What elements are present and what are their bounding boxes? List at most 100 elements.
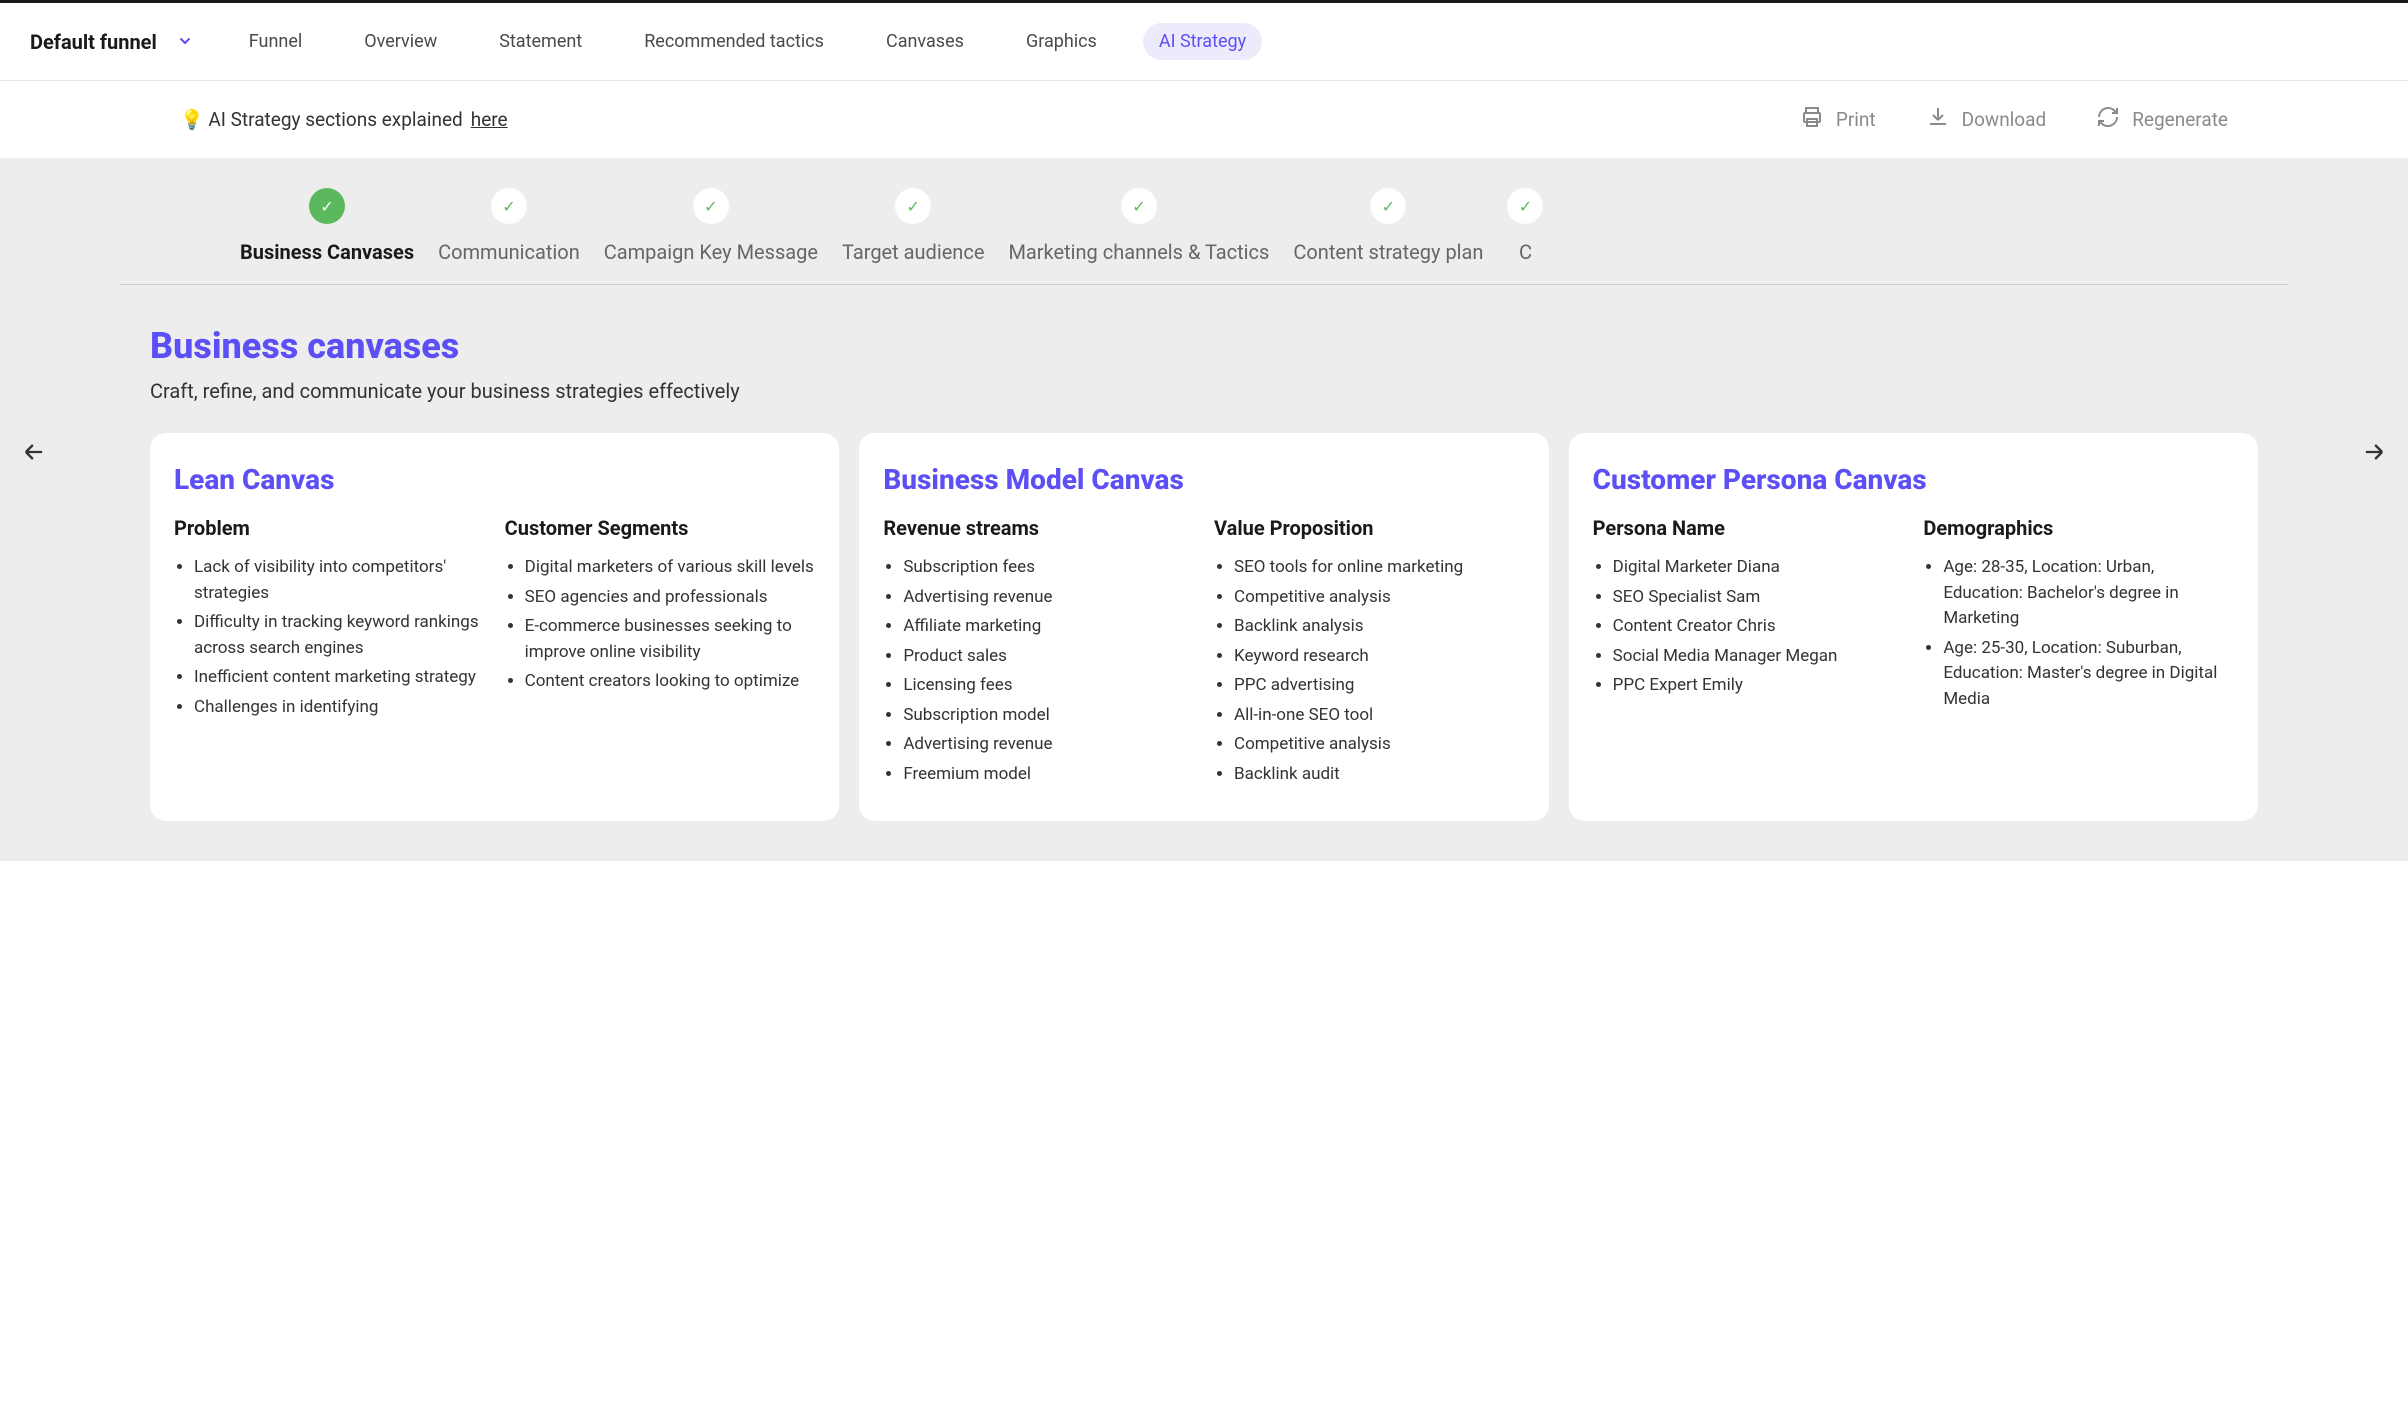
column-list: SEO tools for online marketing Competitiv… [1214, 555, 1525, 787]
list-item: E-commerce businesses seeking to improve… [525, 614, 816, 665]
column-list: Age: 28-35, Location: Urban, Education: … [1923, 555, 2234, 712]
card-columns: Revenue streams Subscription fees Advertis… [883, 516, 1524, 791]
list-item: Subscription fees [903, 555, 1194, 581]
list-item: Difficulty in tracking keyword rankings … [194, 610, 485, 661]
card-title: Business Model Canvas [883, 463, 1524, 496]
next-arrow-button[interactable] [2360, 438, 2388, 469]
progress-tab[interactable]: ✓ Campaign Key Message [604, 188, 818, 264]
list-item: All-in-one SEO tool [1234, 703, 1525, 729]
progress-tab[interactable]: ✓ Business Canvases [240, 188, 414, 264]
section-title: Business canvases [150, 325, 2258, 367]
section-subtitle: Craft, refine, and communicate your busi… [150, 379, 2258, 403]
card-column: Demographics Age: 28-35, Location: Urban,… [1923, 516, 2234, 716]
check-icon: ✓ [491, 188, 527, 224]
list-item: PPC advertising [1234, 673, 1525, 699]
column-heading: Problem [174, 516, 485, 541]
list-item: Challenges in identifying [194, 695, 485, 721]
list-item: Backlink analysis [1234, 614, 1525, 640]
print-icon [1800, 105, 1824, 134]
regenerate-button[interactable]: Regenerate [2096, 105, 2228, 134]
toolbar-actions: Print Download Regenerate [1800, 105, 2228, 134]
check-icon: ✓ [1121, 188, 1157, 224]
list-item: SEO agencies and professionals [525, 585, 816, 611]
list-item: Backlink audit [1234, 762, 1525, 788]
card-columns: Problem Lack of visibility into competito… [174, 516, 815, 724]
progress-tab[interactable]: ✓Marketing channels & Tactics [1008, 188, 1269, 264]
funnel-selector[interactable]: Default funnel [30, 30, 193, 54]
check-icon: ✓ [309, 188, 345, 224]
list-item: Advertising revenue [903, 732, 1194, 758]
card-title: Lean Canvas [174, 463, 815, 496]
download-button[interactable]: Download [1926, 105, 2047, 134]
nav-tab-overview[interactable]: Overview [348, 23, 453, 60]
canvas-card: Customer Persona Canvas Persona NameDigit… [1569, 433, 2258, 821]
print-button[interactable]: Print [1800, 105, 1876, 134]
card-column: Revenue streams Subscription fees Advertis… [883, 516, 1194, 791]
check-icon: ✓ [895, 188, 931, 224]
check-icon: ✓ [1507, 188, 1543, 224]
column-heading: Persona Name [1593, 516, 1904, 541]
column-list: Digital marketers of various skill level… [505, 555, 816, 695]
list-item: Content creators looking to optimize [525, 669, 816, 695]
column-heading: Value Proposition [1214, 516, 1525, 541]
card-column: Problem Lack of visibility into competito… [174, 516, 485, 724]
list-item: Age: 28-35, Location: Urban, Education: … [1943, 555, 2234, 632]
nav-tab-graphics[interactable]: Graphics [1010, 23, 1113, 60]
list-item: Inefficient content marketing strategy [194, 665, 485, 691]
download-icon [1926, 105, 1950, 134]
list-item: Advertising revenue [903, 585, 1194, 611]
main-area: ✓ Business Canvases ✓ Communication ✓ Campaig… [0, 158, 2408, 861]
chevron-down-icon [177, 30, 193, 54]
tip-link[interactable]: here [471, 108, 508, 131]
card-columns: Persona NameDigital Marketer DianaSEO Sp… [1593, 516, 2234, 716]
column-heading: Customer Segments [505, 516, 816, 541]
progress-label: Target audience [842, 240, 984, 264]
progress-tab[interactable]: ✓C [1507, 188, 1543, 264]
list-item: Age: 25-30, Location: Suburban, Educatio… [1943, 636, 2234, 713]
nav-tab-funnel[interactable]: Funnel [233, 23, 318, 60]
card-column: Value Proposition SEO tools for online ma… [1214, 516, 1525, 791]
progress-label: C [1519, 240, 1532, 264]
nav-tab-ai-strategy[interactable]: AI Strategy [1143, 23, 1262, 60]
list-item: Lack of visibility into competitors' str… [194, 555, 485, 606]
canvas-card: Business Model Canvas Revenue streams Subs… [859, 433, 1548, 821]
header: Default funnel Funnel Overview Statement Re… [0, 3, 2408, 81]
column-heading: Demographics [1923, 516, 2234, 541]
list-item: Subscription model [903, 703, 1194, 729]
section-header: Business canvases Craft, refine, and com… [0, 285, 2408, 433]
list-item: SEO Specialist Sam [1613, 585, 1904, 611]
list-item: Licensing fees [903, 673, 1194, 699]
list-item: Digital marketers of various skill level… [525, 555, 816, 581]
check-icon: ✓ [1370, 188, 1406, 224]
list-item: Content Creator Chris [1613, 614, 1904, 640]
column-heading: Revenue streams [883, 516, 1194, 541]
progress-label: Campaign Key Message [604, 240, 818, 264]
column-list: Subscription feesAdvertising revenueAffi… [883, 555, 1194, 787]
tip-text: 💡 AI Strategy sections explained here [180, 108, 508, 131]
nav-tab-statement[interactable]: Statement [483, 23, 598, 60]
card-column: Customer Segments Digital marketers of va… [505, 516, 816, 724]
list-item: Competitive analysis [1234, 732, 1525, 758]
progress-tab[interactable]: ✓ Target audience [842, 188, 984, 264]
progress-tab[interactable]: ✓ Communication [438, 188, 580, 264]
prev-arrow-button[interactable] [20, 438, 48, 469]
nav-tabs: Funnel Overview Statement Recommended tacti… [233, 23, 1262, 60]
card-column: Persona NameDigital Marketer DianaSEO Sp… [1593, 516, 1904, 716]
list-item: Keyword research [1234, 644, 1525, 670]
check-icon: ✓ [693, 188, 729, 224]
progress-label: Business Canvases [240, 240, 414, 264]
column-list: Lack of visibility into competitors' str… [174, 555, 485, 720]
list-item: Freemium model [903, 762, 1194, 788]
funnel-name: Default funnel [30, 30, 157, 54]
canvas-cards: Lean Canvas Problem Lack of visibility int… [0, 433, 2408, 821]
progress-tab[interactable]: ✓ Content strategy plan [1293, 188, 1483, 264]
list-item: SEO tools for online marketing [1234, 555, 1525, 581]
nav-tab-canvases[interactable]: Canvases [870, 23, 980, 60]
list-item: Product sales [903, 644, 1194, 670]
progress-label: Content strategy plan [1293, 240, 1483, 264]
card-title: Customer Persona Canvas [1593, 463, 2234, 496]
nav-tab-recommended-tactics[interactable]: Recommended tactics [628, 23, 840, 60]
progress-label: Communication [438, 240, 580, 264]
canvas-card: Lean Canvas Problem Lack of visibility int… [150, 433, 839, 821]
list-item: Competitive analysis [1234, 585, 1525, 611]
